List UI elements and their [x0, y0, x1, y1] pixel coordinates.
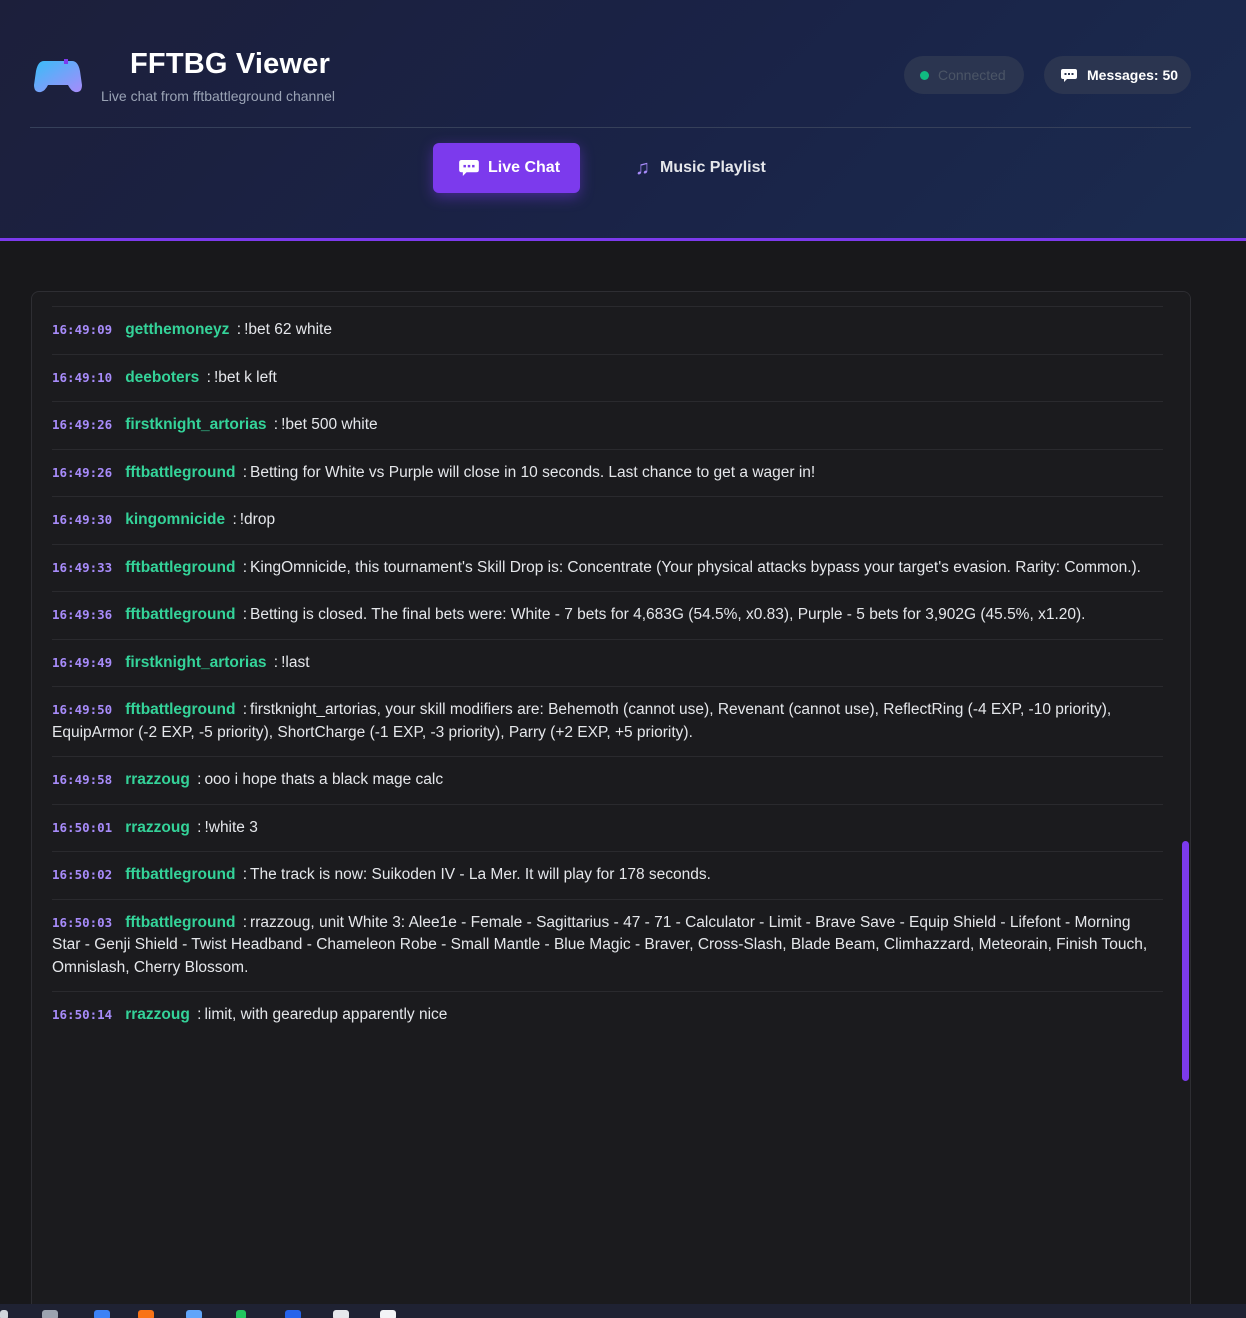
- chat-message: 16:50:01 rrazzoug : !white 3: [52, 803, 1163, 852]
- message-separator: :: [206, 368, 211, 386]
- app-title: FFTBG Viewer: [130, 48, 331, 80]
- message-username[interactable]: firstknight_artorias: [125, 416, 266, 433]
- message-username[interactable]: rrazzoug: [125, 1006, 190, 1023]
- message-text: Betting for White vs Purple will close i…: [250, 463, 816, 481]
- message-text: ooo i hope thats a black mage calc: [204, 771, 444, 788]
- app-header: FFTBG Viewer Live chat from fftbattlegro…: [0, 0, 1246, 241]
- message-timestamp: 16:50:03: [52, 914, 113, 930]
- message-username[interactable]: fftbattleground: [125, 866, 235, 883]
- message-username[interactable]: getthemoneyz: [125, 321, 229, 338]
- message-timestamp: 16:49:36: [52, 607, 113, 622]
- gamepad-icon: [34, 59, 82, 93]
- taskbar-app-icon[interactable]: [186, 1310, 202, 1318]
- message-text: !white 3: [204, 818, 258, 836]
- message-count-label: Messages: 50: [1087, 67, 1179, 83]
- taskbar-app-icon[interactable]: [236, 1310, 246, 1318]
- status-dot-icon: [920, 70, 929, 80]
- chat-message: 16:49:09 getthemoneyz : !bet 62 white: [52, 306, 1163, 354]
- app-subtitle: Live chat from fftbattleground channel: [101, 88, 336, 104]
- chat-message-list: 16:49:09 getthemoneyz : !bet 62 white 16:49…: [32, 306, 1182, 1039]
- chat-message: 16:49:10 deeboters : !bet k left: [52, 353, 1163, 402]
- message-text: Betting is closed. The final bets were: …: [250, 606, 1086, 623]
- message-timestamp: 16:49:26: [52, 417, 113, 432]
- message-separator: :: [197, 1006, 202, 1023]
- message-username[interactable]: rrazzoug: [125, 819, 190, 836]
- message-separator: :: [242, 463, 248, 481]
- message-separator: :: [242, 913, 248, 931]
- chat-message: 16:50:03 fftbattleground : rrazzoug, unit …: [52, 898, 1163, 992]
- message-timestamp: 16:49:49: [52, 654, 113, 670]
- tab-music-playlist[interactable]: ♫ Music Playlist: [620, 143, 790, 193]
- message-timestamp: 16:49:33: [52, 559, 113, 575]
- chat-message: 16:49:36 fftbattleground : Betting is clos…: [52, 591, 1163, 639]
- message-separator: :: [197, 818, 202, 836]
- message-text: limit, with gearedup apparently nice: [204, 1006, 448, 1023]
- taskbar-app-icon[interactable]: [333, 1310, 349, 1318]
- connection-status-badge: Connected: [904, 56, 1024, 94]
- message-username[interactable]: deeboters: [125, 369, 199, 386]
- message-username[interactable]: fftbattleground: [125, 464, 235, 481]
- message-timestamp: 16:50:01: [52, 819, 113, 835]
- tab-music-playlist-label: Music Playlist: [660, 159, 766, 176]
- message-text: !bet 62 white: [244, 321, 332, 338]
- message-timestamp: 16:49:26: [52, 464, 113, 480]
- message-separator: :: [242, 606, 248, 623]
- message-username[interactable]: firstknight_artorias: [125, 654, 266, 671]
- chat-message: 16:50:02 fftbattleground : The track is no…: [52, 851, 1163, 899]
- message-count-badge: Messages: 50: [1044, 56, 1191, 94]
- message-text: !drop: [239, 511, 276, 528]
- message-timestamp: 16:50:02: [52, 867, 113, 882]
- chat-message: 16:50:14 rrazzoug : limit, with gearedup a…: [52, 991, 1163, 1039]
- chat-message: 16:49:33 fftbattleground : KingOmnicide, t…: [52, 543, 1163, 592]
- taskbar-app-icon[interactable]: [0, 1310, 8, 1318]
- message-username[interactable]: fftbattleground: [125, 559, 235, 576]
- message-username[interactable]: rrazzoug: [125, 771, 190, 788]
- message-username[interactable]: fftbattleground: [125, 606, 235, 623]
- message-timestamp: 16:49:30: [52, 512, 113, 527]
- chat-message: 16:49:26 fftbattleground : Betting for Whi…: [52, 448, 1163, 497]
- message-username[interactable]: kingomnicide: [125, 511, 225, 528]
- message-text: The track is now: Suikoden IV - La Mer. …: [250, 866, 711, 883]
- message-timestamp: 16:49:09: [52, 322, 113, 337]
- message-separator: :: [273, 416, 279, 433]
- message-text: KingOmnicide, this tournament's Skill Dr…: [250, 558, 1141, 576]
- message-separator: :: [232, 511, 237, 528]
- message-timestamp: 16:50:14: [52, 1007, 113, 1022]
- message-separator: :: [197, 771, 202, 788]
- chat-panel[interactable]: 16:49:09 getthemoneyz : !bet 62 white 16:49…: [31, 291, 1191, 1318]
- taskbar-app-icon[interactable]: [285, 1310, 301, 1318]
- message-separator: :: [242, 558, 248, 576]
- message-username[interactable]: fftbattleground: [125, 701, 235, 718]
- status-label: Connected: [938, 67, 1006, 83]
- chat-scrollbar-thumb[interactable]: [1182, 841, 1189, 1081]
- message-separator: :: [273, 653, 279, 671]
- message-separator: :: [242, 701, 248, 718]
- message-timestamp: 16:49:10: [52, 369, 113, 385]
- music-note-icon: ♫: [635, 156, 650, 179]
- chat-bubble-icon: [1061, 68, 1077, 82]
- message-separator: :: [236, 321, 242, 338]
- taskbar-app-icon[interactable]: [42, 1310, 58, 1318]
- chat-scrollbar[interactable]: [1180, 292, 1190, 1318]
- chat-message: 16:49:50 fftbattleground : firstknight_art…: [52, 686, 1163, 756]
- message-username[interactable]: fftbattleground: [125, 914, 235, 931]
- tab-live-chat-label: Live Chat: [488, 159, 561, 176]
- message-timestamp: 16:49:50: [52, 702, 113, 717]
- message-text: !bet 500 white: [281, 416, 378, 433]
- header-divider: [30, 127, 1191, 128]
- message-text: !bet k left: [213, 368, 277, 386]
- chat-message: 16:49:30 kingomnicide : !drop: [52, 496, 1163, 544]
- tab-live-chat[interactable]: Live Chat: [433, 143, 580, 193]
- message-timestamp: 16:49:58: [52, 772, 113, 787]
- chat-message: 16:49:49 firstknight_artorias : !last: [52, 638, 1163, 687]
- chat-bubble-icon: [459, 160, 479, 176]
- chat-message: 16:49:26 firstknight_artorias : !bet 500 w…: [52, 401, 1163, 449]
- taskbar-app-icon[interactable]: [380, 1310, 396, 1318]
- message-text: !last: [281, 653, 310, 671]
- message-separator: :: [242, 866, 248, 883]
- taskbar-app-icon[interactable]: [94, 1310, 110, 1318]
- chat-message: 16:49:58 rrazzoug : ooo i hope thats a bla…: [52, 756, 1163, 804]
- taskbar-app-icon[interactable]: [138, 1310, 154, 1318]
